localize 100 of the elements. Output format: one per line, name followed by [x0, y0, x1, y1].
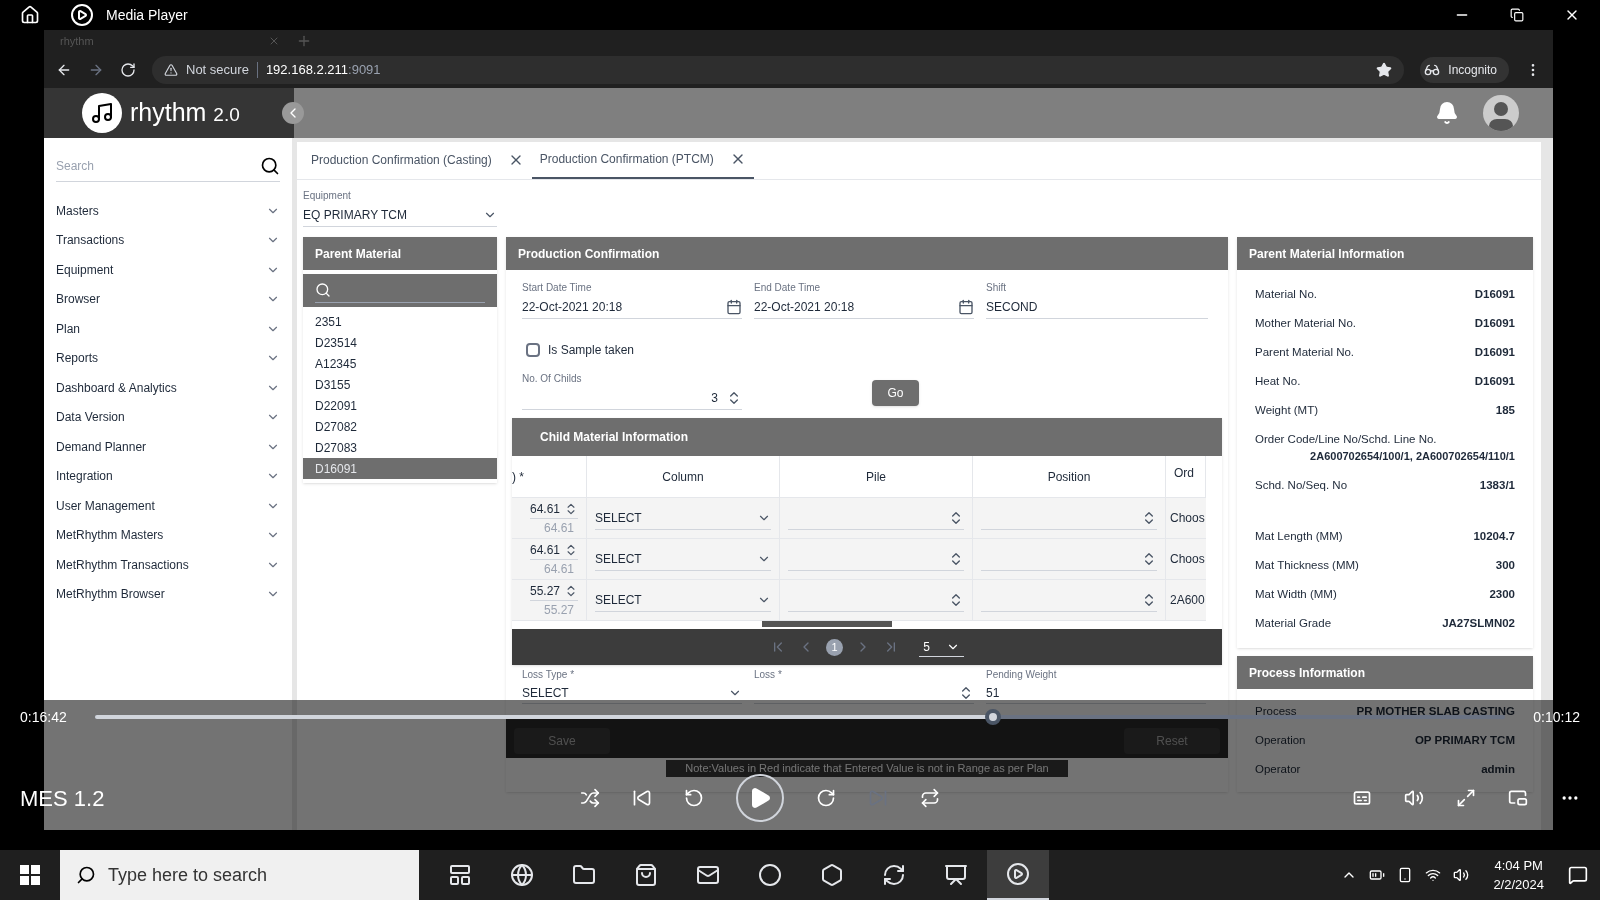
number-field[interactable]: 3: [522, 386, 742, 410]
page-size-select[interactable]: 5: [919, 637, 964, 657]
sidebar-item[interactable]: MetRhythm Browser: [56, 579, 280, 609]
input-field[interactable]: 22-Oct-2021 20:18: [522, 295, 742, 319]
sidebar-item[interactable]: Plan: [56, 314, 280, 344]
play-button[interactable]: [736, 774, 784, 822]
taskbar-app[interactable]: [987, 850, 1049, 900]
sidebar-item[interactable]: Data Version: [56, 402, 280, 432]
panel-header: Parent Material: [303, 237, 497, 270]
forward-icon[interactable]: [88, 62, 104, 78]
input-field[interactable]: SELECT: [522, 682, 742, 704]
avatar[interactable]: [1483, 95, 1519, 131]
panel-header: Parent Material Information: [1237, 237, 1533, 270]
info-value: 185: [1495, 402, 1515, 418]
repeat-icon[interactable]: [920, 788, 940, 808]
search-field[interactable]: Search: [56, 150, 280, 182]
play-icon: [1006, 862, 1030, 886]
sidebar-item[interactable]: MetRhythm Transactions: [56, 550, 280, 580]
reload-icon[interactable]: [120, 62, 136, 78]
tab[interactable]: Production Confirmation (Casting): [303, 141, 532, 179]
security-label: Not secure: [186, 61, 249, 80]
sidebar-item[interactable]: Integration: [56, 461, 280, 491]
sidebar-item[interactable]: User Management: [56, 491, 280, 521]
battery-icon[interactable]: [1369, 867, 1386, 883]
table-cell: 2A600: [1166, 580, 1206, 621]
search-icon[interactable]: [260, 156, 280, 176]
checkbox[interactable]: [526, 343, 540, 357]
table-cell: Choos: [1166, 498, 1206, 539]
field-label: No. Of Childs: [522, 372, 583, 386]
url-text: 192.168.2.211:9091: [265, 61, 381, 80]
search-field[interactable]: Type here to search: [60, 850, 419, 900]
notifications-icon[interactable]: [1568, 865, 1588, 885]
previous-icon[interactable]: [632, 788, 652, 808]
volume-icon[interactable]: [1453, 867, 1470, 883]
list-item[interactable]: D27082: [303, 416, 497, 437]
list-item[interactable]: D22091: [303, 395, 497, 416]
list-item[interactable]: D3155: [303, 374, 497, 395]
clock-time: 4:04 PM: [1494, 856, 1543, 875]
info-value: D16091: [1474, 373, 1515, 389]
url-field[interactable]: Not secure 192.168.2.211:9091: [152, 56, 1405, 84]
input-field[interactable]: SECOND: [986, 295, 1208, 319]
table-title: Child Material Information: [512, 418, 1222, 456]
go-button[interactable]: Go: [872, 380, 919, 406]
bell-icon[interactable]: [1435, 101, 1459, 125]
calendar-icon[interactable]: [958, 298, 974, 315]
sidebar-item[interactable]: Masters: [56, 196, 280, 226]
list-item[interactable]: D23514: [303, 332, 497, 353]
sidebar-item[interactable]: Browser: [56, 284, 280, 314]
hexagon-icon: [820, 863, 844, 887]
wifi-icon[interactable]: [1425, 867, 1442, 883]
sidebar-item[interactable]: Demand Planner: [56, 432, 280, 462]
input-field[interactable]: 22-Oct-2021 20:18: [754, 295, 974, 319]
dropdown-field[interactable]: EQ PRIMARY TCM: [303, 203, 497, 227]
mini-player-icon[interactable]: [1508, 788, 1528, 808]
info-value: 1383/1: [1479, 477, 1515, 493]
info-label: Weight (MT): [1255, 402, 1319, 418]
field-label: Loss *: [754, 668, 783, 682]
sidebar-item[interactable]: MetRhythm Masters: [56, 520, 280, 550]
sidebar-item[interactable]: Equipment: [56, 255, 280, 285]
search-icon: [76, 865, 96, 885]
list-item[interactable]: D16091: [303, 458, 497, 479]
forward-icon[interactable]: [816, 788, 836, 808]
select-field[interactable]: SELECT: [595, 506, 771, 530]
back-icon[interactable]: [56, 62, 72, 78]
profile-button[interactable]: Incognito: [1420, 57, 1509, 83]
input-field[interactable]: 51: [986, 682, 1206, 704]
presentation-icon: [944, 863, 968, 887]
star-icon[interactable]: [1376, 62, 1393, 78]
select-field[interactable]: SELECT: [595, 547, 771, 571]
calendar-icon[interactable]: [726, 298, 742, 315]
collapse-button[interactable]: [282, 102, 304, 124]
video-title: MES 1.2: [20, 784, 106, 813]
home-icon[interactable]: [20, 5, 40, 25]
fullscreen-icon[interactable]: [1456, 788, 1476, 808]
checkbox-label: Is Sample taken: [548, 342, 635, 359]
list-item[interactable]: D27083: [303, 437, 497, 458]
info-value: JA27SLMN02: [1442, 615, 1515, 631]
field-label: Shift: [986, 281, 1007, 295]
list-item[interactable]: 2351: [303, 311, 497, 332]
number-field[interactable]: 64.61: [529, 540, 578, 560]
number-field[interactable]: 55.27: [529, 581, 578, 601]
list-item[interactable]: A12345: [303, 353, 497, 374]
tab[interactable]: Production Confirmation (PTCM): [531, 141, 754, 179]
windows-icon[interactable]: [20, 865, 40, 885]
sidebar-item[interactable]: Dashboard & Analytics: [56, 373, 280, 403]
rewind-icon[interactable]: [684, 788, 704, 808]
circle-icon: [758, 863, 782, 887]
subtitles-icon[interactable]: [1352, 788, 1372, 808]
logo-icon: [82, 93, 122, 133]
mail-icon: [696, 863, 720, 887]
number-field[interactable]: 64.61: [529, 499, 578, 519]
sidebar-item[interactable]: Reports: [56, 343, 280, 373]
window-title: Media Player: [106, 5, 188, 25]
scrollbar-thumb[interactable]: [762, 621, 892, 627]
sidebar-item[interactable]: Transactions: [56, 225, 280, 255]
info-label: Mat Width (MM): [1255, 586, 1337, 602]
info-label: Mat Length (MM): [1255, 528, 1343, 544]
restore-icon[interactable]: [1510, 8, 1524, 22]
shuffle-icon[interactable]: [580, 788, 600, 808]
select-field[interactable]: SELECT: [595, 588, 771, 612]
